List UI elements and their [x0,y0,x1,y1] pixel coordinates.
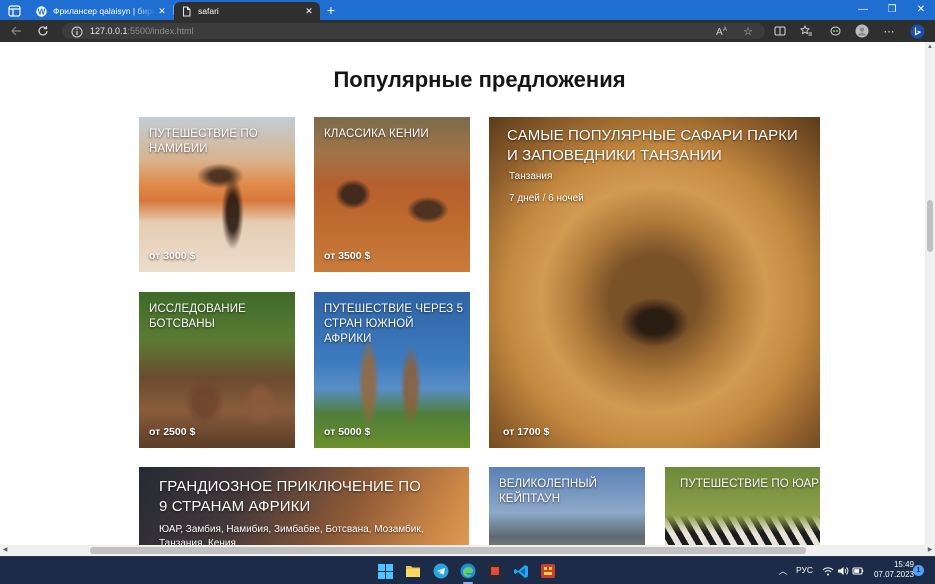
offer-card-cape-town[interactable]: ВЕЛИКОЛЕПНЫЙ КЕЙПТАУН [489,467,645,545]
horizontal-scrollbar[interactable]: ◀ ▶ [0,545,935,556]
language-indicator[interactable]: РУС [796,565,813,575]
url-text[interactable]: 127.0.0.1:5500/index.html [90,25,194,37]
offer-card-south-africa[interactable]: ПУТЕШЕСТВИЕ ПО ЮАР [665,467,820,545]
app-icon[interactable] [539,562,557,580]
vertical-scrollbar[interactable]: ▲ [925,42,935,545]
notification-badge[interactable]: 1 [913,565,924,576]
card-price: от 3500 $ [324,250,371,262]
battery-icon[interactable] [852,564,864,576]
telegram-icon[interactable] [432,562,450,580]
tab-freelancer[interactable]: W Фрилансер qalaisyn | биржа фр ✕ [29,2,173,20]
w-favicon-icon: W [36,5,47,17]
card-countries: ЮАР, Замбия, Намибия, Зимбабве, Ботсвана… [159,524,424,545]
close-tab-icon[interactable]: ✕ [155,6,169,17]
wifi-icon[interactable] [822,564,834,576]
tab-actions-icon[interactable] [8,4,21,17]
card-title: ПУТЕШЕСТВИЕ ЧЕРЕЗ 5 СТРАН ЮЖНОЙ АФРИКИ [324,303,464,345]
card-price: от 3000 $ [149,250,196,262]
offer-card-kenya[interactable]: КЛАССИКА КЕНИИ от 3500 $ [314,117,470,272]
profile-avatar[interactable] [854,23,870,39]
card-country: Танзания [509,171,553,182]
file-explorer-icon[interactable] [404,562,422,580]
tab-safari[interactable]: safari ✕ [174,2,320,20]
page-viewport: Популярные предложения ПУТЕШЕСТВИЕ ПО НА… [0,42,925,545]
speaker-icon[interactable] [837,564,849,576]
card-price: от 2500 $ [149,426,196,438]
refresh-icon[interactable] [35,23,51,39]
url-host: 127.0.0.1 [90,26,128,36]
read-aloud-icon[interactable]: AA [714,23,730,39]
card-title: САМЫЕ ПОПУЛЯРНЫЕ САФАРИ ПАРКИ И ЗАПОВЕДН… [507,127,798,164]
card-price: от 1700 $ [503,426,550,438]
svg-text:A: A [716,27,723,37]
scroll-left-arrow-icon[interactable]: ◀ [0,545,10,556]
offer-card-tanzania[interactable]: САМЫЕ ПОПУЛЯРНЫЕ САФАРИ ПАРКИ И ЗАПОВЕДН… [489,117,820,448]
card-title: ПУТЕШЕСТВИЕ ПО ЮАР [680,478,820,490]
star-icon[interactable]: ☆ [740,23,756,39]
browser-toolbar: 127.0.0.1:5500/index.html AA ☆ ⋯ [0,20,935,42]
new-tab-plus-icon[interactable]: + [323,1,339,19]
vscode-icon[interactable] [512,562,530,580]
window-close-icon[interactable]: ✕ [906,0,935,20]
close-tab-icon[interactable]: ✕ [302,6,316,17]
clock-date[interactable]: 07.07.2023 [866,570,914,580]
url-path: :5500/index.html [127,26,194,36]
card-title: ИССЛЕДОВАНИЕ БОТСВАНЫ [149,303,246,330]
back-arrow-icon[interactable] [8,23,24,39]
info-icon[interactable] [71,25,83,38]
split-screen-icon[interactable] [772,23,788,39]
scroll-right-arrow-icon[interactable]: ▶ [925,545,935,556]
offer-card-botswana[interactable]: ИССЛЕДОВАНИЕ БОТСВАНЫ от 2500 $ [139,292,295,448]
offer-card-southern-africa[interactable]: ПУТЕШЕСТВИЕ ЧЕРЕЗ 5 СТРАН ЮЖНОЙ АФРИКИ о… [314,292,470,448]
vertical-scroll-thumb[interactable] [927,200,933,252]
favorites-icon[interactable] [798,23,814,39]
app-icon[interactable] [486,562,504,580]
section-heading: Популярные предложения [333,67,626,92]
horizontal-scroll-thumb[interactable] [90,547,806,554]
bing-icon[interactable] [909,23,925,39]
chevron-up-icon[interactable]: ︿ [777,564,789,576]
tab-title: safari [198,6,219,16]
address-bar[interactable]: 127.0.0.1:5500/index.html [62,23,765,39]
card-title: ПУТЕШЕСТВИЕ ПО НАМИБИИ [149,128,258,155]
svg-text:A: A [723,27,727,33]
page-icon [181,6,192,17]
edge-browser-icon[interactable] [459,562,477,580]
offer-card-grand-adventure[interactable]: ГРАНДИОЗНОЕ ПРИКЛЮЧЕНИЕ ПО 9 СТРАНАМ АФР… [139,467,469,545]
scroll-up-arrow-icon[interactable]: ▲ [925,42,935,52]
restore-icon[interactable]: ❐ [877,0,907,20]
card-title: КЛАССИКА КЕНИИ [324,128,429,140]
more-options-icon[interactable]: ⋯ [881,23,897,39]
offer-card-namibia[interactable]: ПУТЕШЕСТВИЕ ПО НАМИБИИ от 3000 $ [139,117,295,272]
taskbar: ︿ РУС 15:49 07.07.2023 1 [0,556,935,584]
card-title: ГРАНДИОЗНОЕ ПРИКЛЮЧЕНИЕ ПО 9 СТРАНАМ АФР… [159,478,421,515]
card-duration: 7 дней / 6 ночей [509,193,584,204]
extensions-icon[interactable] [827,23,843,39]
tab-title: Фрилансер qalaisyn | биржа фр [53,6,155,16]
svg-text:W: W [38,7,46,16]
windows-start-icon[interactable] [376,562,394,580]
clock-time[interactable]: 15:49 [870,560,914,570]
tab-strip: W Фрилансер qalaisyn | биржа фр ✕ safari… [0,0,935,20]
card-price: от 5000 $ [324,426,371,438]
minimize-icon[interactable]: — [848,0,878,20]
card-title: ВЕЛИКОЛЕПНЫЙ КЕЙПТАУН [499,478,597,505]
